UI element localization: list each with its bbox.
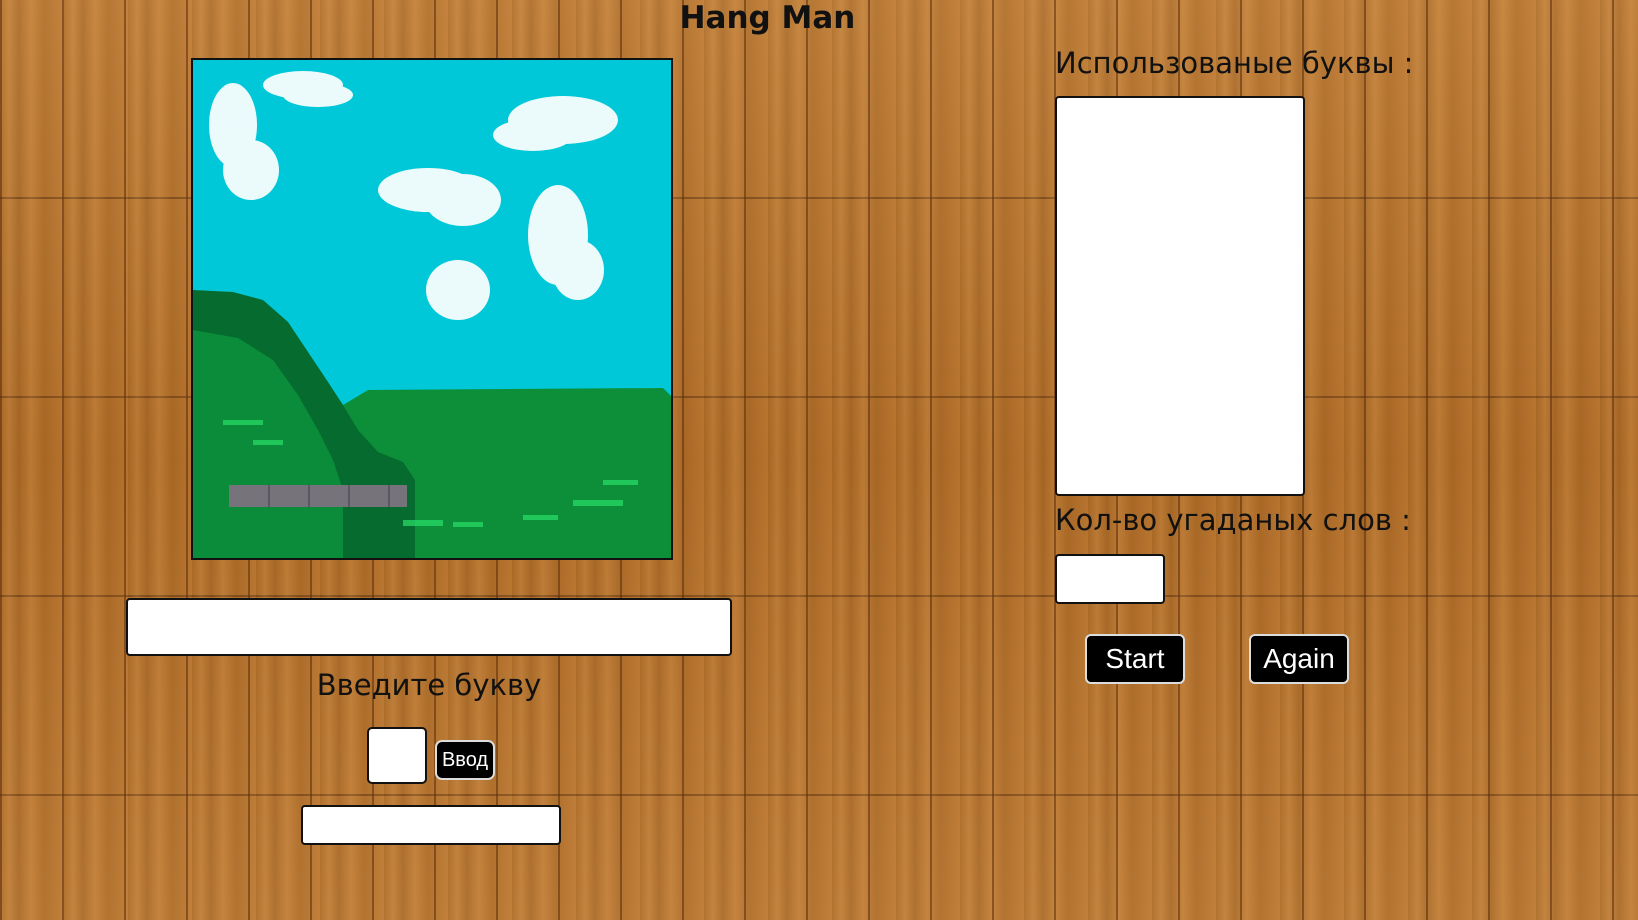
hangman-scene-image xyxy=(191,58,673,560)
word-display-field xyxy=(126,598,732,656)
message-field xyxy=(301,805,561,845)
again-button[interactable]: Again xyxy=(1249,634,1349,684)
guessed-count-label: Кол-во угаданых слов : xyxy=(1055,503,1411,537)
used-letters-label: Использованые буквы : xyxy=(1055,46,1414,80)
letter-input[interactable] xyxy=(367,727,427,784)
start-button[interactable]: Start xyxy=(1085,634,1185,684)
enter-button[interactable]: Ввод xyxy=(435,740,495,780)
used-letters-box xyxy=(1055,96,1305,496)
guessed-count-field xyxy=(1055,554,1165,604)
enter-letter-prompt: Введите букву xyxy=(316,668,542,702)
page-title: Hang Man xyxy=(679,0,856,36)
